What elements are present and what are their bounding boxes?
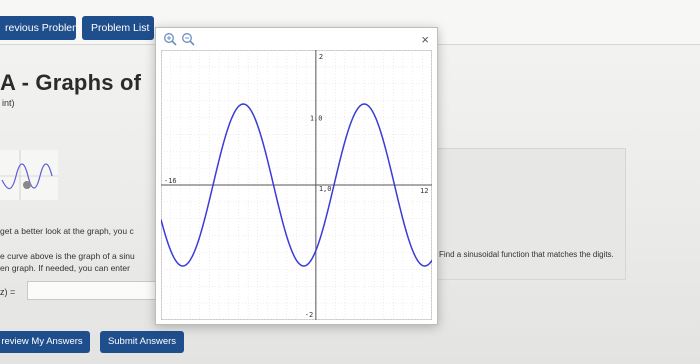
answer-label: z) = <box>0 287 16 297</box>
previous-problem-button[interactable]: revious Problem <box>0 16 81 40</box>
tick-label-y-max: 2 <box>319 53 323 61</box>
graph-plot: -16 12 2 -2 1,0 1,0 <box>161 50 432 320</box>
thumbnail-graph-icon <box>0 150 58 200</box>
problem-list-button[interactable]: Problem List <box>82 16 154 40</box>
answer-input[interactable] <box>27 281 167 300</box>
graph-popup: × -16 12 2 -2 1,0 1,0 <box>155 27 438 325</box>
graph-thumbnail[interactable] <box>0 150 58 200</box>
tick-label-x-min: -16 <box>164 177 177 185</box>
submit-answers-button[interactable]: Submit Answers <box>100 331 184 353</box>
hint-text: get a better look at the graph, you c <box>0 226 134 236</box>
cursor-icon <box>23 181 31 189</box>
instruction-text: Find a sinusoidal function that matches … <box>439 250 614 259</box>
tick-label-point-y: 1,0 <box>310 115 323 123</box>
tick-label-x-max: 12 <box>420 187 428 195</box>
tick-label-y-min: -2 <box>305 311 313 319</box>
tick-label-point-x: 1,0 <box>319 185 332 193</box>
description-line-2: en graph. If needed, you can enter <box>0 263 130 273</box>
preview-answers-button[interactable]: review My Answers <box>0 331 90 353</box>
page-title: A - Graphs of <box>0 70 142 95</box>
description-line-1: e curve above is the graph of a sinu <box>0 251 135 261</box>
zoom-out-icon[interactable] <box>181 32 195 46</box>
close-icon[interactable]: × <box>421 33 429 46</box>
zoom-in-icon[interactable] <box>163 32 177 46</box>
points-label: int) <box>2 98 15 108</box>
instruction-panel: Find a sinusoidal function that matches … <box>432 148 626 280</box>
